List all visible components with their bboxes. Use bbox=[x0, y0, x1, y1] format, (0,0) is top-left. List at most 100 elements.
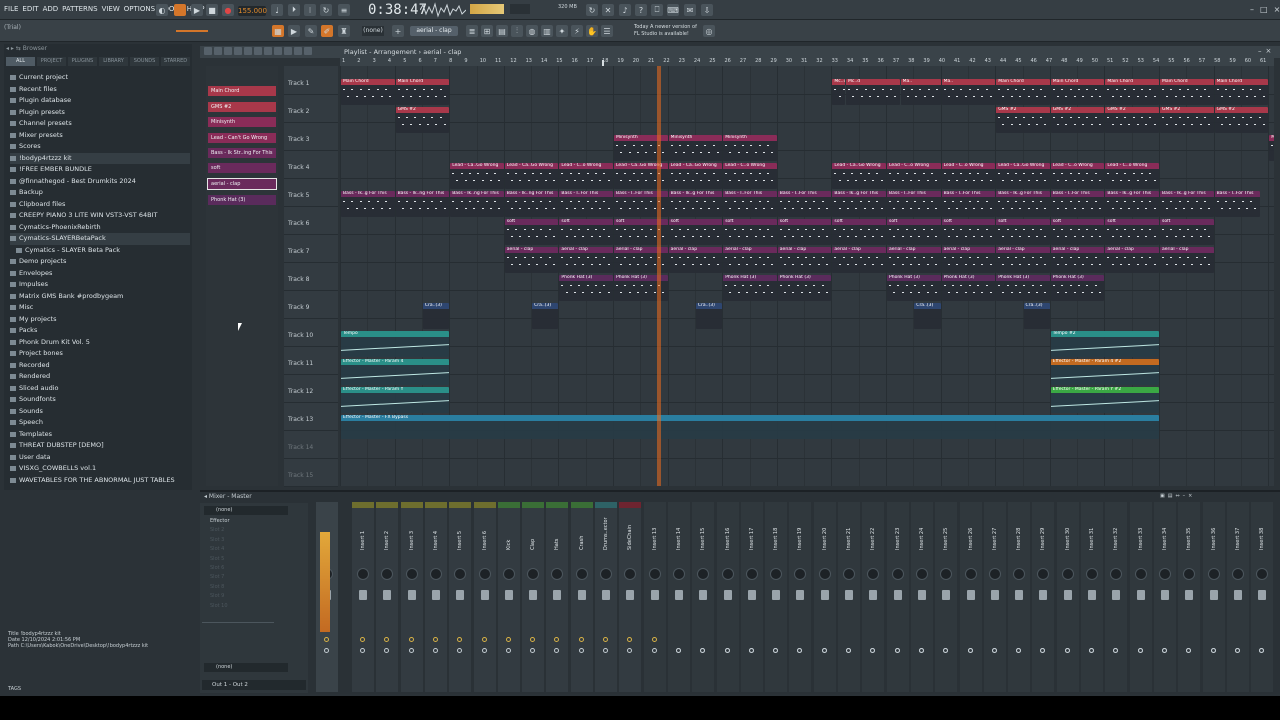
fx-toggle[interactable] bbox=[432, 648, 438, 653]
fx-toggle[interactable] bbox=[967, 648, 973, 653]
browser-item[interactable]: Sliced audio bbox=[10, 383, 190, 395]
playlist-clip[interactable]: aerial - clap bbox=[941, 247, 996, 273]
mixer-strip[interactable]: Insert 16 bbox=[716, 502, 739, 692]
playlist-clip[interactable]: Phonk Hat (3) bbox=[941, 275, 996, 301]
browser-item[interactable]: Packs bbox=[10, 325, 190, 337]
playlist-grid[interactable]: Main ChordMain ChordMc..dMc..dMa..Ma..Ma… bbox=[340, 66, 1274, 486]
mixer-strip[interactable]: Insert 31 bbox=[1081, 502, 1103, 692]
fx-toggle[interactable] bbox=[991, 648, 997, 653]
track-header[interactable]: Track 9 bbox=[288, 304, 309, 311]
browser-tab-all[interactable]: ALL bbox=[6, 57, 35, 66]
volume-fader[interactable] bbox=[431, 590, 440, 600]
pencil-icon[interactable]: ✎ bbox=[305, 25, 317, 37]
route-indicator[interactable] bbox=[360, 637, 365, 642]
pan-knob[interactable] bbox=[964, 568, 977, 580]
menu-item-patterns[interactable]: PATTERNS bbox=[62, 5, 97, 13]
pattern-song-toggle[interactable]: ◐ bbox=[156, 4, 168, 16]
volume-fader[interactable] bbox=[1185, 590, 1194, 600]
route-indicator[interactable] bbox=[505, 637, 511, 642]
playlist-clip[interactable]: Bass - I..For This bbox=[723, 191, 777, 217]
playlist-clip[interactable]: soft bbox=[723, 219, 777, 245]
fx-toggle[interactable] bbox=[1234, 648, 1240, 653]
playlist-clip[interactable]: soft bbox=[1105, 219, 1159, 245]
playlist-clip[interactable]: soft bbox=[941, 219, 996, 245]
playlist-clip[interactable]: Bass - Ik..g For This bbox=[996, 191, 1050, 217]
pan-knob[interactable] bbox=[381, 568, 394, 580]
fx-slot[interactable]: Slot 6 bbox=[204, 565, 304, 574]
output-routing[interactable]: Out 1 - Out 2 bbox=[202, 680, 306, 690]
fx-toggle[interactable] bbox=[627, 648, 633, 653]
fx-toggle[interactable] bbox=[554, 648, 560, 653]
playlist-clip[interactable]: Main Chord bbox=[996, 79, 1050, 105]
fx-toggle[interactable] bbox=[1161, 648, 1167, 653]
pan-knob[interactable] bbox=[1110, 568, 1123, 580]
mixer-close-icon[interactable]: × bbox=[1188, 493, 1192, 499]
volume-fader[interactable] bbox=[1160, 590, 1169, 600]
route-indicator[interactable] bbox=[627, 637, 633, 642]
playlist-clip[interactable]: Cra..(3) bbox=[914, 303, 941, 329]
volume-fader[interactable] bbox=[577, 590, 586, 600]
mixer-strip[interactable]: Insert 29 bbox=[1032, 502, 1055, 692]
playlist-icon[interactable]: ≣ bbox=[466, 25, 478, 37]
menu-item-view[interactable]: VIEW bbox=[102, 5, 120, 13]
playlist-clip[interactable]: Main Chord bbox=[341, 79, 395, 105]
fx-toggle[interactable] bbox=[1186, 648, 1192, 653]
playlist-clip[interactable]: Lead - Ca..Go Wrong bbox=[450, 163, 504, 189]
fx-slot[interactable]: Slot 9 bbox=[204, 593, 304, 602]
menu-item-edit[interactable]: EDIT bbox=[22, 5, 38, 13]
plugin-icon[interactable]: ⚡ bbox=[571, 25, 583, 37]
pan-knob[interactable] bbox=[721, 568, 734, 580]
pan-knob[interactable] bbox=[697, 568, 710, 580]
mixer-strip[interactable]: Insert 33 bbox=[1129, 502, 1152, 692]
playlist-clip[interactable]: Lead - Ca..Go Wrong bbox=[832, 163, 886, 189]
mixer-strip[interactable]: Hats bbox=[546, 502, 569, 692]
track-header[interactable]: Track 6 bbox=[288, 220, 309, 227]
fx-toggle[interactable] bbox=[1089, 648, 1094, 653]
volume-fader[interactable] bbox=[917, 590, 926, 600]
mixer-strip[interactable]: Insert 23 bbox=[886, 502, 909, 692]
volume-fader[interactable] bbox=[869, 590, 878, 600]
playhead[interactable] bbox=[657, 66, 661, 486]
route-indicator[interactable] bbox=[457, 637, 463, 642]
mixer-strip[interactable]: Insert 13 bbox=[643, 502, 666, 692]
volume-fader[interactable] bbox=[650, 590, 659, 600]
volume-fader[interactable] bbox=[553, 590, 562, 600]
pan-knob[interactable] bbox=[502, 568, 515, 580]
playlist-play-icon[interactable]: ▶ bbox=[288, 25, 300, 37]
add-pattern-icon[interactable]: + bbox=[392, 25, 404, 37]
browser-item[interactable]: User data bbox=[10, 452, 190, 464]
mixer-strip[interactable]: Insert 19 bbox=[789, 502, 812, 692]
play-icon[interactable]: ▶ bbox=[191, 4, 203, 16]
fx-toggle[interactable] bbox=[1137, 648, 1143, 653]
mixer-strip[interactable]: Clap bbox=[522, 502, 545, 692]
pan-knob[interactable] bbox=[551, 568, 564, 580]
fx-toggle[interactable] bbox=[748, 648, 754, 653]
clip-source-item[interactable]: GMS #2 bbox=[208, 102, 276, 112]
clip-source-item[interactable]: Phonk Hat (3) bbox=[208, 195, 276, 205]
volume-fader[interactable] bbox=[723, 590, 732, 600]
mixer-strip[interactable]: Insert 22 bbox=[862, 502, 885, 692]
mixer-strip[interactable]: Crash bbox=[570, 502, 593, 692]
fx-toggle[interactable] bbox=[1016, 648, 1022, 653]
track-header[interactable]: Track 7 bbox=[288, 248, 309, 255]
browser-item[interactable]: Cymatics - SLAYER Beta Pack bbox=[10, 245, 190, 257]
playlist-clip[interactable]: soft bbox=[1050, 219, 1105, 245]
playlist-clip[interactable]: aerial - clap bbox=[723, 247, 777, 273]
playlist-clip[interactable]: Minisynth bbox=[723, 135, 777, 161]
playlist-clip[interactable]: Lead - Ca..Go Wrong bbox=[668, 163, 723, 189]
playlist-clip[interactable]: Lead - C..o Wrong bbox=[887, 163, 941, 189]
online-news-icon[interactable]: ↻ bbox=[586, 4, 598, 16]
snap-icon[interactable]: ▦ bbox=[272, 25, 284, 37]
mixer-strip[interactable]: Insert 38 bbox=[1251, 502, 1274, 692]
playlist-clip[interactable]: Phonk Hat (3) bbox=[887, 275, 941, 301]
fx-toggle[interactable] bbox=[773, 648, 779, 653]
volume-fader[interactable] bbox=[796, 590, 805, 600]
pan-knob[interactable] bbox=[624, 568, 637, 580]
clip-source-item[interactable]: aerial - clap bbox=[207, 178, 277, 190]
magnet-icon[interactable] bbox=[214, 47, 222, 55]
volume-fader[interactable] bbox=[942, 590, 951, 600]
zoom-icon[interactable] bbox=[294, 47, 302, 55]
mixer-strip[interactable]: Insert 26 bbox=[959, 502, 982, 692]
pattern-selector[interactable]: (none) bbox=[362, 26, 384, 36]
fx-toggle[interactable] bbox=[797, 648, 803, 653]
